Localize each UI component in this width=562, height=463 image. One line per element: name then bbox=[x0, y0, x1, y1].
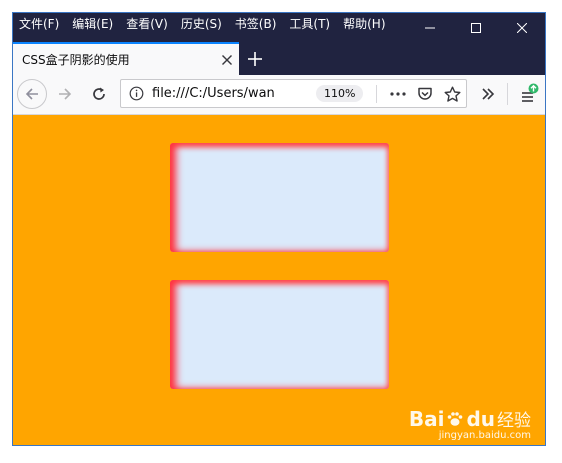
chevrons-icon bbox=[482, 88, 495, 100]
hamburger-menu-icon bbox=[522, 83, 539, 102]
page-actions-button[interactable] bbox=[387, 83, 409, 105]
window-controls bbox=[407, 13, 545, 42]
tab-strip: CSS盒子阴影的使用 bbox=[13, 42, 545, 75]
minimize-button[interactable] bbox=[407, 13, 453, 42]
minimize-icon bbox=[425, 27, 435, 28]
url-text[interactable]: file:///C:/Users/wan bbox=[152, 86, 310, 101]
reload-button[interactable] bbox=[85, 80, 113, 108]
new-tab-icon bbox=[248, 52, 262, 66]
back-button[interactable] bbox=[17, 79, 47, 109]
bookmark-button[interactable] bbox=[441, 83, 463, 105]
menu-items: 文件(F) 编辑(E) 查看(V) 历史(S) 书签(B) 工具(T) 帮助(H… bbox=[19, 13, 399, 33]
pocket-icon bbox=[418, 87, 432, 100]
watermark-brand-tail: du bbox=[466, 406, 495, 431]
forward-arrow-icon bbox=[59, 88, 72, 100]
new-tab-button[interactable] bbox=[242, 46, 268, 72]
forward-button[interactable] bbox=[51, 80, 79, 108]
tab-close-button[interactable] bbox=[217, 50, 237, 70]
back-arrow-icon bbox=[25, 88, 38, 100]
watermark-logo: Bai du 经验 bbox=[408, 406, 531, 432]
more-dots-icon bbox=[390, 92, 406, 96]
nav-toolbar: file:///C:/Users/wan 110% bbox=[13, 75, 545, 115]
watermark-suffix: 经验 bbox=[497, 411, 531, 431]
tab-title: CSS盒子阴影的使用 bbox=[22, 53, 130, 67]
close-window-button[interactable] bbox=[499, 13, 545, 42]
shadow-box-2 bbox=[170, 280, 389, 389]
zoom-level-badge[interactable]: 110% bbox=[316, 85, 364, 102]
menu-bookmarks[interactable]: 书签(B) bbox=[235, 15, 277, 32]
menu-edit[interactable]: 编辑(E) bbox=[72, 15, 113, 32]
pocket-button[interactable] bbox=[414, 83, 436, 105]
reload-icon bbox=[93, 87, 105, 100]
menu-help[interactable]: 帮助(H) bbox=[343, 15, 385, 32]
watermark-brand: Bai bbox=[408, 406, 445, 431]
menu-file[interactable]: 文件(F) bbox=[19, 15, 59, 32]
bookmark-star-icon bbox=[444, 86, 460, 102]
overflow-button[interactable] bbox=[475, 81, 501, 107]
page-content: Bai du 经验 jingyan.baidu.com bbox=[13, 115, 545, 445]
info-icon[interactable] bbox=[129, 86, 144, 101]
browser-window: 文件(F) 编辑(E) 查看(V) 历史(S) 书签(B) 工具(T) 帮助(H… bbox=[12, 12, 546, 446]
tab-close-icon bbox=[222, 55, 232, 65]
tab-active[interactable]: CSS盒子阴影的使用 bbox=[13, 42, 239, 75]
menu-bar: 文件(F) 编辑(E) 查看(V) 历史(S) 书签(B) 工具(T) 帮助(H… bbox=[13, 13, 545, 42]
toolbar-divider bbox=[507, 83, 508, 105]
url-bar[interactable]: file:///C:/Users/wan 110% bbox=[120, 79, 467, 108]
menu-tools[interactable]: 工具(T) bbox=[289, 15, 330, 32]
watermark-url: jingyan.baidu.com bbox=[438, 430, 531, 441]
menu-history[interactable]: 历史(S) bbox=[181, 15, 222, 32]
close-icon bbox=[517, 22, 527, 33]
baidu-jingyan-watermark: Bai du 经验 jingyan.baidu.com bbox=[408, 406, 531, 442]
menu-view[interactable]: 查看(V) bbox=[126, 15, 168, 32]
app-menu-button[interactable] bbox=[514, 81, 542, 109]
maximize-icon bbox=[471, 22, 481, 33]
maximize-button[interactable] bbox=[453, 13, 499, 42]
paw-icon bbox=[446, 410, 464, 428]
shadow-box-1 bbox=[170, 143, 389, 252]
url-divider bbox=[376, 85, 377, 103]
